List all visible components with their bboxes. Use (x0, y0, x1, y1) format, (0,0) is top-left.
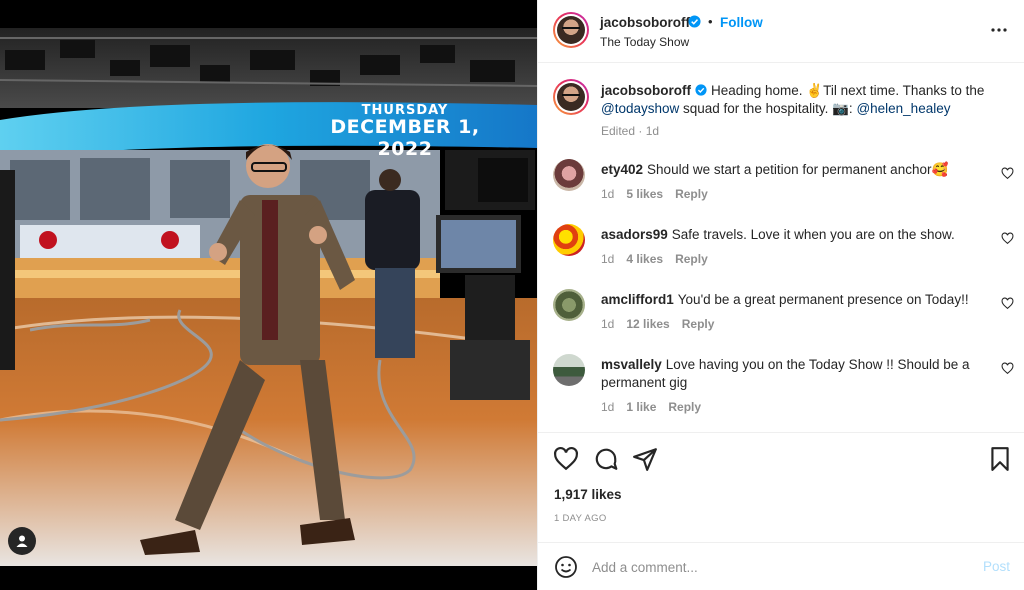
comment-time[interactable]: 1d (601, 400, 614, 414)
caption-text-part2: squad for the hospitality. 📷: (683, 101, 853, 116)
heart-icon[interactable] (553, 446, 579, 472)
commenter-avatar[interactable] (553, 159, 585, 191)
comment-time[interactable]: 1d (601, 187, 614, 201)
commenter-avatar[interactable] (553, 354, 585, 386)
reply-button[interactable]: Reply (675, 187, 708, 201)
comment-text: You'd be a great permanent presence on T… (677, 292, 969, 307)
post-header: jacobsoboroff • Follow The Today Show (538, 0, 1024, 63)
caption-text: jacobsoboroff Heading home. ✌Til next tim… (601, 82, 996, 118)
comment-like-icon[interactable] (1001, 297, 1014, 310)
emoji-icon[interactable] (554, 555, 578, 579)
comment-item: ety402 Should we start a petition for per… (553, 159, 1014, 209)
comment-item: asadors99 Safe travels. Love it when you … (553, 224, 1014, 274)
comment-likes[interactable]: 5 likes (626, 187, 663, 201)
comment-meta: 1d 1 like Reply (601, 400, 713, 414)
user-tag-button[interactable] (8, 527, 36, 555)
studio-photo (0, 0, 537, 590)
comment-username[interactable]: asadors99 (601, 227, 668, 242)
comment-item: amclifford1 You'd be a great permanent pr… (553, 289, 1014, 339)
user-tag-icon (16, 535, 28, 547)
commenter-avatar[interactable] (553, 289, 585, 321)
comment-username[interactable]: msvallely (601, 357, 662, 372)
mention-link[interactable]: @todayshow (601, 101, 679, 116)
comment-icon[interactable] (593, 446, 619, 472)
more-options-icon[interactable] (989, 20, 1009, 40)
author-avatar[interactable] (553, 12, 589, 48)
comment-meta: 1d 12 likes Reply (601, 317, 726, 331)
reply-button[interactable]: Reply (675, 252, 708, 266)
caption: jacobsoboroff Heading home. ✌Til next tim… (553, 79, 1013, 149)
comments-list[interactable]: jacobsoboroff Heading home. ✌Til next tim… (538, 63, 1024, 433)
comment-like-icon[interactable] (1001, 167, 1014, 180)
reply-button[interactable]: Reply (668, 400, 701, 414)
post-actions: 1,917 likes 1 DAY AGO (538, 433, 1024, 543)
comment-likes[interactable]: 1 like (626, 400, 656, 414)
bookmark-icon[interactable] (987, 446, 1013, 472)
comment-likes[interactable]: 4 likes (626, 252, 663, 266)
comment-time[interactable]: 1d (601, 317, 614, 331)
verified-badge-icon (688, 15, 701, 28)
post-location[interactable]: The Today Show (600, 35, 689, 49)
mention-link[interactable]: @helen_healey (856, 101, 950, 116)
caption-text-part1: Heading home. ✌Til next time. Thanks to … (711, 83, 985, 98)
caption-meta: Edited · 1d (601, 124, 660, 138)
reply-button[interactable]: Reply (682, 317, 715, 331)
comment-text: Should we start a petition for permanent… (647, 162, 949, 177)
header-separator: • (708, 14, 713, 29)
post-image[interactable]: THURSDAY DECEMBER 1, 2022 (0, 0, 537, 590)
comment-likes[interactable]: 12 likes (626, 317, 669, 331)
comment-like-icon[interactable] (1001, 232, 1014, 245)
follow-button[interactable]: Follow (720, 15, 763, 30)
banner-date-text: DECEMBER 1, 2022 (330, 116, 480, 160)
caption-avatar[interactable] (553, 79, 589, 115)
post-date[interactable]: 1 DAY AGO (554, 513, 607, 524)
comment-username[interactable]: ety402 (601, 162, 643, 177)
comment-input[interactable] (592, 556, 952, 578)
comment-meta: 1d 4 likes Reply (601, 252, 720, 266)
comment-meta: 1d 5 likes Reply (601, 187, 720, 201)
comment-text: Safe travels. Love it when you are on th… (671, 227, 955, 242)
comment-time[interactable]: 1d (601, 252, 614, 266)
commenter-avatar[interactable] (553, 224, 585, 256)
share-icon[interactable] (632, 446, 658, 472)
post-side-panel: jacobsoboroff • Follow The Today Show ja… (537, 0, 1024, 590)
add-comment-bar: Post (538, 543, 1024, 590)
comment-like-icon[interactable] (1001, 362, 1014, 375)
comment-item: msvallely Love having you on the Today Sh… (553, 354, 1014, 424)
caption-username[interactable]: jacobsoboroff (601, 83, 691, 98)
post-comment-button[interactable]: Post (983, 559, 1010, 574)
verified-badge-icon (695, 84, 707, 96)
likes-count[interactable]: 1,917 likes (554, 487, 622, 502)
comment-username[interactable]: amclifford1 (601, 292, 674, 307)
author-username[interactable]: jacobsoboroff (600, 15, 690, 30)
